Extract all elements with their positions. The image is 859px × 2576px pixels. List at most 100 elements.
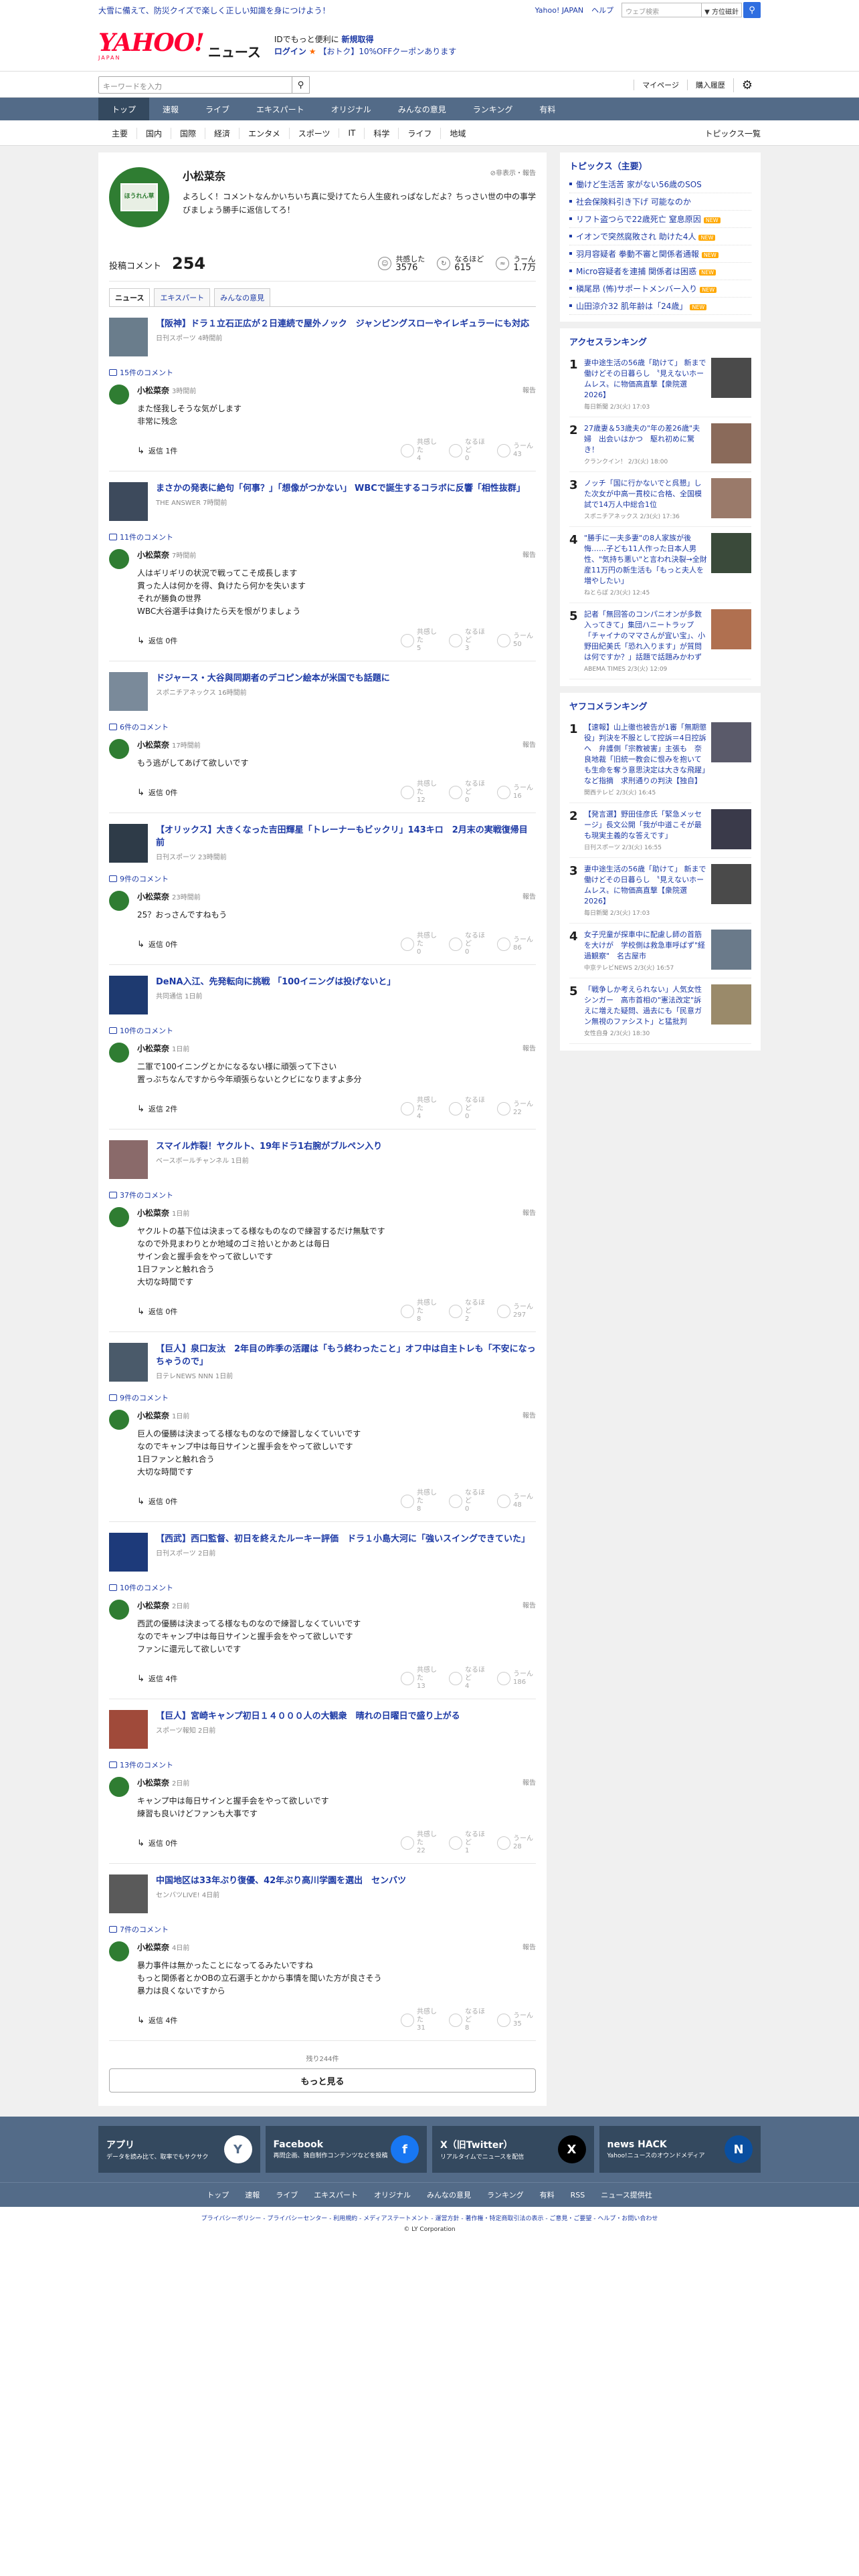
report-link[interactable]: 報告 [522, 385, 536, 396]
nav-item[interactable]: みんなの意見 [385, 98, 460, 120]
coupon-link[interactable]: 【おトク】10%OFFクーポンあります [318, 47, 456, 56]
ranking-title[interactable]: 妻中途生活の56歳「助けて」 新まで働けどその日暮らし 〝見えないホームレス〟に… [584, 864, 707, 907]
topic-item[interactable]: 働けど生活苦 家がない56歳のSOS [569, 176, 751, 193]
ranking-title[interactable]: 女子児童が探車中に配慮し師の首筋を大けが 学校側は救急車呼ばず"経過観察" 名古… [584, 930, 707, 962]
agree-button[interactable]: 共感した 12 [401, 780, 440, 804]
report-link[interactable]: 報告 [522, 1777, 536, 1788]
replies-button[interactable]: ↳ 返信 0件 [137, 635, 177, 646]
hmm-button[interactable]: うーん 43 [497, 439, 536, 463]
promo-link[interactable]: 大雪に備えて、防災クイズで楽しく正しい知識を身につけよう！ [98, 5, 330, 16]
insight-button[interactable]: なるほど 8 [449, 2008, 488, 2032]
report-link[interactable]: 報告 [522, 1207, 536, 1218]
replies-button[interactable]: ↳ 返信 0件 [137, 939, 177, 950]
hmm-button[interactable]: うーん 86 [497, 932, 536, 956]
category-item[interactable]: 経済 [205, 127, 239, 139]
ranking-item[interactable]: 5 記者「無回答のコンパニオンが多数入ってきて」集団ハニートラップ「チャイナのマ… [569, 603, 751, 679]
topic-item[interactable]: 槇尾昂 (怖)サポートメンバー入り NEW [569, 280, 751, 298]
help-link[interactable]: ヘルプ [591, 5, 613, 15]
comment-user[interactable]: 小松菜奈 [137, 550, 169, 560]
article-link[interactable]: まさかの発表に絶句「何事？」「想像がつかない」 WBCで誕生するコラボに反響「相… [109, 482, 536, 521]
ranking-item[interactable]: 1 【速報】山上徹也被告が1審「無期懲役」判決を不服として控訴＝4日控訴へ 弁護… [569, 716, 751, 803]
comment-user[interactable]: 小松菜奈 [137, 386, 169, 395]
comment-count-link[interactable]: 7件のコメント [109, 1924, 536, 1935]
replies-button[interactable]: ↳ 返信 4件 [137, 2015, 177, 2026]
tab-news[interactable]: ニュース [109, 288, 151, 306]
article-link[interactable]: ドジャース・大谷與同期者のデコピン絵本が米国でも話題に スポニチアネックス 16… [109, 672, 536, 711]
article-link[interactable]: 【阪神】ドラ１立石正広が２日連続で屋外ノック ジャンピングスローやイレギュラーに… [109, 318, 536, 356]
footer-nav-item[interactable]: 速報 [237, 2189, 268, 2200]
article-title[interactable]: DeNA入江、先発転向に挑戦 「100イニングは投げないと」 [156, 976, 395, 988]
category-item[interactable]: 科学 [364, 127, 398, 139]
insight-button[interactable]: なるほど 0 [449, 932, 488, 956]
article-title[interactable]: ドジャース・大谷與同期者のデコピン絵本が米国でも話題に [156, 672, 390, 685]
tab-opinion[interactable]: みんなの意見 [214, 288, 271, 306]
category-item[interactable]: エンタメ [239, 127, 289, 139]
ranking-item[interactable]: 3 妻中途生活の56歳「助けて」 新まで働けどその日暮らし 〝見えないホームレス… [569, 858, 751, 924]
insight-button[interactable]: なるほど 0 [449, 1489, 488, 1513]
nav-item[interactable]: トップ [98, 98, 150, 120]
agree-button[interactable]: 共感した 8 [401, 1299, 440, 1323]
comment-count-link[interactable]: 11件のコメント [109, 532, 536, 542]
topic-item[interactable]: リフト盗つらで22歳死亡 窒息原因 NEW [569, 211, 751, 228]
ranking-title[interactable]: 記者「無回答のコンパニオンが多数入ってきて」集団ハニートラップ「チャイナのママさ… [584, 609, 707, 663]
hmm-button[interactable]: うーん 48 [497, 1489, 536, 1513]
footer-nav-item[interactable]: トップ [199, 2189, 237, 2200]
comment-count-link[interactable]: 10件のコメント [109, 1025, 536, 1036]
report-link[interactable]: 報告 [522, 891, 536, 902]
footer-nav-item[interactable]: オリジナル [366, 2189, 419, 2200]
ranking-item[interactable]: 4 女子児童が探車中に配慮し師の首筋を大けが 学校側は救急車呼ばず"経過観察" … [569, 924, 751, 978]
web-search-input[interactable]: ウェブ検索 [622, 3, 702, 17]
nav-item[interactable]: 有料 [526, 98, 569, 120]
ranking-title[interactable]: 妻中途生活の56歳「助けて」 新まで働けどその日暮らし 〝見えないホームレス〟に… [584, 358, 707, 401]
hmm-button[interactable]: うーん 22 [497, 1097, 536, 1121]
legal-links[interactable]: プライバシーポリシー - プライバシーセンター - 利用規約 - メディアステー… [0, 2214, 859, 2222]
agree-button[interactable]: 共感した 13 [401, 1667, 440, 1691]
comment-count-link[interactable]: 6件のコメント [109, 722, 536, 732]
nav-item[interactable]: オリジナル [318, 98, 385, 120]
report-link[interactable]: 報告 [522, 1600, 536, 1611]
footer-nav-item[interactable]: ニュース提供社 [593, 2189, 660, 2200]
login-link[interactable]: ログイン [274, 47, 306, 56]
topic-item[interactable]: イオンで突然腐敗され 助けた4人 NEW [569, 228, 751, 245]
hide-report-link[interactable]: ⊘非表示・報告 [490, 167, 536, 183]
comment-count-link[interactable]: 9件のコメント [109, 873, 536, 884]
purchase-history-link[interactable]: 購入履歴 [686, 80, 733, 90]
article-link[interactable]: 【オリックス】大きくなった吉田輝星「トレーナーもビックリ」143キロ 2月末の実… [109, 824, 536, 863]
article-link[interactable]: 【西武】西口監督、初日を終えたルーキー評価 ドラ１小島大河に「強いスイングできて… [109, 1533, 536, 1572]
search-scope[interactable]: ▼ 方位磁針 [702, 3, 742, 17]
hmm-button[interactable]: うーん 16 [497, 780, 536, 804]
article-link[interactable]: 【巨人】宮崎キャンプ初日１４０００人の大観衆 晴れの日曜日で盛り上がる スポーツ… [109, 1710, 536, 1749]
replies-button[interactable]: ↳ 返信 0件 [137, 787, 177, 798]
category-item[interactable]: 主要 [98, 128, 136, 139]
category-item[interactable]: スポーツ [288, 127, 339, 139]
hmm-button[interactable]: うーん 28 [497, 1831, 536, 1855]
hmm-button[interactable]: うーん 35 [497, 2008, 536, 2032]
article-link[interactable]: DeNA入江、先発転向に挑戦 「100イニングは投げないと」 共同通信 1日前 [109, 976, 536, 1014]
comment-user[interactable]: 小松菜奈 [137, 1411, 169, 1420]
ranking-title[interactable]: 「戦争しか考えられない」人気女性シンガー 高市首相の"憲法改定"訴えに増えた疑問… [584, 984, 707, 1027]
web-search-button[interactable]: ⚲ [743, 2, 761, 18]
insight-button[interactable]: なるほど 2 [449, 1299, 488, 1323]
report-link[interactable]: 報告 [522, 549, 536, 560]
comment-user[interactable]: 小松菜奈 [137, 1208, 169, 1218]
keyword-search-button[interactable]: ⚲ [292, 76, 310, 94]
topic-item[interactable]: 山田涼介32 肌年齢は「24歳」 NEW [569, 298, 751, 315]
replies-button[interactable]: ↳ 返信 0件 [137, 1496, 177, 1507]
footer-card[interactable]: X（旧Twitter） リアルタイムでニュースを配信 X [432, 2126, 594, 2173]
insight-button[interactable]: なるほど 1 [449, 1831, 488, 1855]
category-item[interactable]: 国内 [136, 127, 171, 139]
mypage-link[interactable]: マイページ [634, 80, 687, 90]
article-link[interactable]: スマイル炸裂！ヤクルト、19年ドラ1右腕がブルペン入り ベースボールチャンネル … [109, 1140, 536, 1179]
insight-button[interactable]: なるほど 0 [449, 439, 488, 463]
agree-button[interactable]: 共感した 22 [401, 1831, 440, 1855]
insight-button[interactable]: なるほど 4 [449, 1667, 488, 1691]
topic-item[interactable]: Micro容疑者を連捕 関係者は困惑 NEW [569, 263, 751, 280]
article-title[interactable]: 【巨人】泉口友汰 2年目の昨季の活躍は「もう終わったこと」オフ中は自主トレも「不… [156, 1343, 536, 1368]
ranking-item[interactable]: 2 27歳妻＆53歳夫の"年の差26歳"夫婦 出会いはかつ 駆れ初めに驚き！ クラ… [569, 417, 751, 472]
insight-button[interactable]: なるほど 0 [449, 1097, 488, 1121]
footer-nav-item[interactable]: ランキング [479, 2189, 532, 2200]
footer-nav-item[interactable]: エキスパート [306, 2189, 366, 2200]
article-title[interactable]: まさかの発表に絶句「何事？」「想像がつかない」 WBCで誕生するコラボに反響「相… [156, 482, 525, 495]
report-link[interactable]: 報告 [522, 1043, 536, 1054]
footer-card[interactable]: news HACK Yahoo!ニュースのオウンドメディア N [599, 2126, 761, 2173]
